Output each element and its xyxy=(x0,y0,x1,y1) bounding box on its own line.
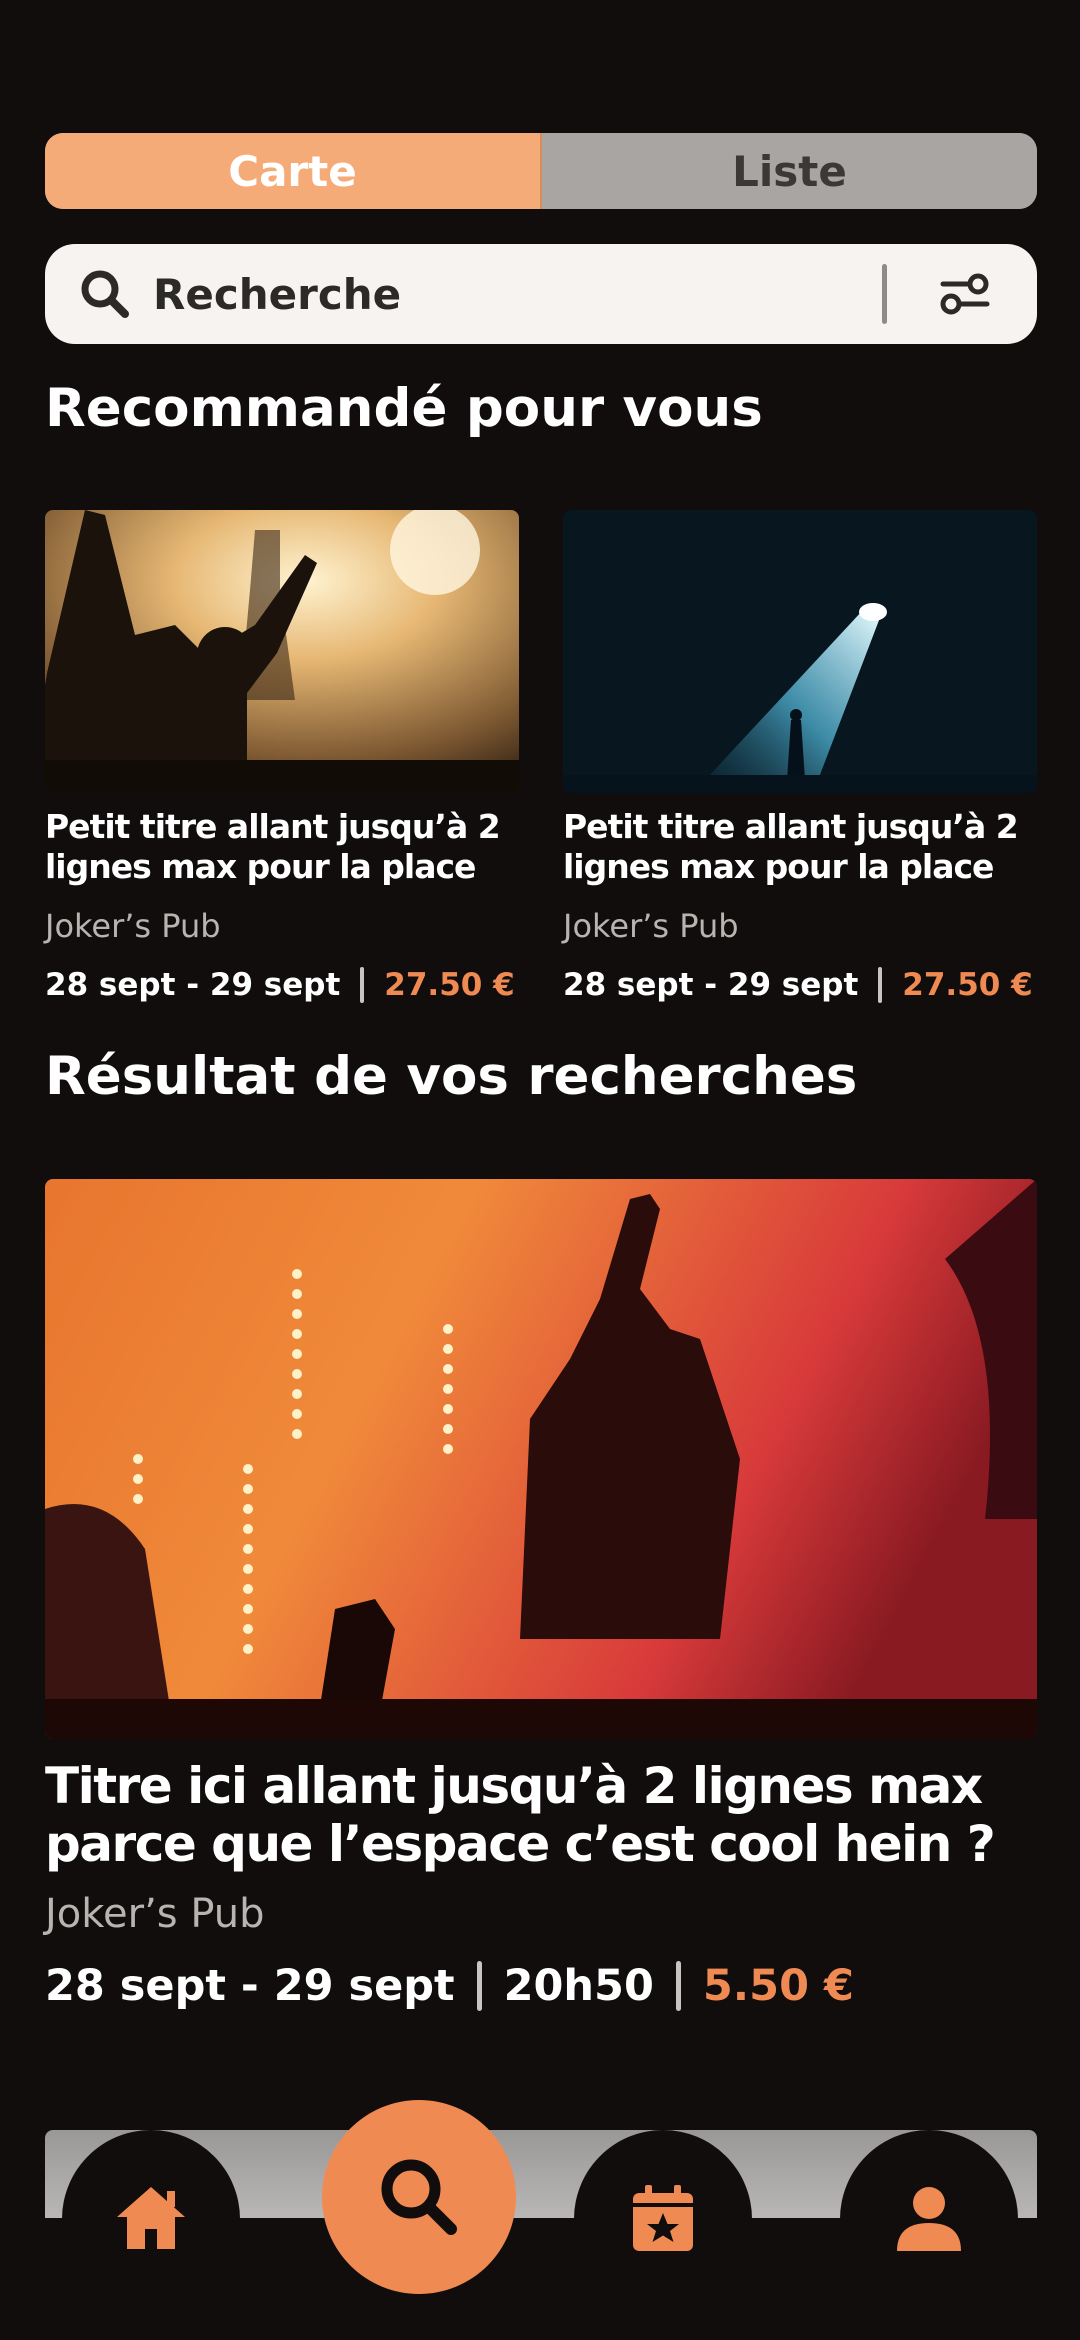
event-venue: Joker’s Pub xyxy=(45,907,221,945)
search-icon xyxy=(81,270,129,318)
event-dates: 28 sept - 29 sept xyxy=(45,967,341,1003)
profile-icon xyxy=(897,2187,961,2251)
event-title: Petit titre allant jusqu’à 2 lignes max … xyxy=(563,807,1019,886)
event-title: Petit titre allant jusqu’à 2 lignes max … xyxy=(45,807,501,886)
event-venue: Joker’s Pub xyxy=(563,907,739,945)
search-input[interactable]: Recherche xyxy=(153,270,882,319)
nav-profile[interactable] xyxy=(840,2130,1018,2308)
event-image xyxy=(45,1179,1037,1739)
meta-divider xyxy=(878,967,883,1003)
event-price: 27.50 € xyxy=(384,967,515,1003)
calendar-star-icon xyxy=(633,2185,693,2251)
nav-events[interactable] xyxy=(574,2130,752,2308)
event-image xyxy=(45,510,519,793)
results-heading: Résultat de vos recherches xyxy=(45,1046,858,1107)
search-icon xyxy=(381,2159,457,2235)
view-toggle: Carte Liste xyxy=(45,133,1037,209)
home-icon xyxy=(117,2187,185,2249)
nav-home[interactable] xyxy=(62,2130,240,2308)
event-dates: 28 sept - 29 sept xyxy=(563,967,859,1003)
recommended-heading: Recommandé pour vous xyxy=(45,378,763,439)
event-meta: 28 sept - 29 sept 27.50 € xyxy=(45,967,519,1003)
search-divider xyxy=(882,264,887,324)
result-card[interactable]: Titre ici allant jusqu’à 2 lignes max pa… xyxy=(45,1179,1037,2011)
event-image xyxy=(563,510,1037,793)
search-bar[interactable]: Recherche xyxy=(45,244,1037,344)
meta-divider xyxy=(476,1961,482,2011)
event-meta: 28 sept - 29 sept 27.50 € xyxy=(563,967,1037,1003)
meta-divider xyxy=(675,1961,681,2011)
event-time: 20h50 xyxy=(503,1961,654,2011)
event-meta: 28 sept - 29 sept 20h50 5.50 € xyxy=(45,1961,1037,2011)
event-venue: Joker’s Pub xyxy=(45,1891,265,1937)
recommended-card[interactable]: Petit titre allant jusqu’à 2 lignes max … xyxy=(45,510,519,1003)
meta-divider xyxy=(360,967,365,1003)
filter-icon[interactable] xyxy=(935,264,995,324)
event-price: 5.50 € xyxy=(702,1961,854,2011)
tab-carte[interactable]: Carte xyxy=(45,133,540,209)
event-dates: 28 sept - 29 sept xyxy=(45,1961,455,2011)
tab-liste[interactable]: Liste xyxy=(540,133,1037,209)
event-price: 27.50 € xyxy=(902,967,1033,1003)
recommended-card[interactable]: Petit titre allant jusqu’à 2 lignes max … xyxy=(563,510,1037,1003)
nav-search[interactable] xyxy=(322,2100,516,2294)
event-title: Titre ici allant jusqu’à 2 lignes max pa… xyxy=(45,1757,996,1873)
